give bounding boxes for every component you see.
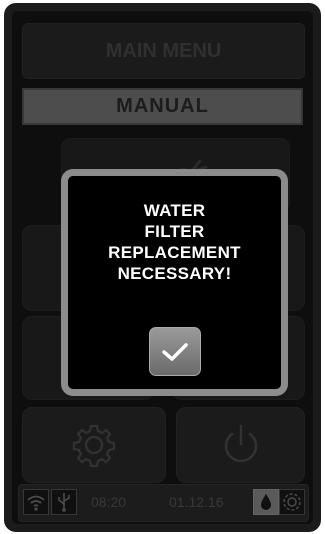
checkmark-icon xyxy=(162,342,188,361)
alert-dialog: WATER FILTER REPLACEMENT NECESSARY! xyxy=(61,169,288,396)
screen: MAIN MENU MANUAL 08:20 01.12.16 WATER FI… xyxy=(12,11,313,524)
device-frame: MAIN MENU MANUAL 08:20 01.12.16 WATER FI… xyxy=(4,3,321,532)
confirm-button[interactable] xyxy=(149,327,201,376)
alert-message: WATER FILTER REPLACEMENT NECESSARY! xyxy=(108,201,241,283)
